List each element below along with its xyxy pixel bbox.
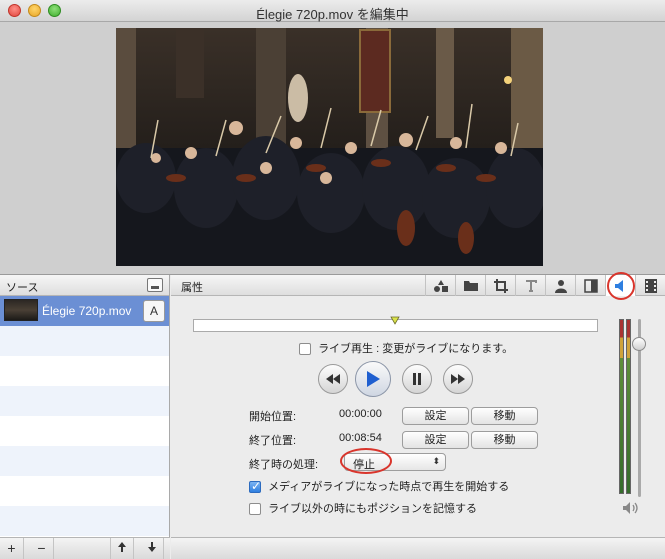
- tab-layout[interactable]: [575, 275, 605, 296]
- move-up-button[interactable]: [110, 538, 134, 559]
- window-title: Élegie 720p.mov を編集中: [256, 7, 409, 22]
- start-set-button[interactable]: 設定: [402, 407, 469, 425]
- layout-icon: [583, 278, 598, 293]
- start-on-live-checkbox[interactable]: [249, 479, 261, 494]
- title-bar: Élegie 720p.mov を編集中: [0, 0, 665, 22]
- volume-knob[interactable]: [632, 337, 646, 351]
- list-row: [0, 446, 169, 476]
- remember-position-row: ライブ以外の時にもポジションを記憶する: [249, 500, 477, 516]
- highlight-ring: [607, 272, 635, 300]
- rewind-icon: [326, 374, 340, 384]
- add-button[interactable]: +: [0, 538, 24, 559]
- list-row: [0, 506, 169, 536]
- source-item-name: Élegie 720p.mov: [42, 304, 132, 318]
- source-list: Élegie 720p.mov A: [0, 296, 169, 536]
- on-end-label: 終了時の処理:: [249, 459, 319, 471]
- filmstrip-icon: [644, 278, 657, 293]
- level-meter-left: [619, 319, 624, 494]
- volume-icon: [623, 502, 638, 514]
- tab-folder[interactable]: [455, 275, 485, 296]
- list-row: [0, 326, 169, 356]
- tab-shapes[interactable]: [425, 275, 455, 296]
- rewind-button[interactable]: [318, 364, 348, 394]
- tab-person[interactable]: [545, 275, 575, 296]
- start-on-live-row: メディアがライブになった時点で再生を開始する: [249, 478, 509, 494]
- start-on-live-label: メディアがライブになった時点で再生を開始する: [268, 481, 510, 493]
- list-row: [0, 386, 169, 416]
- live-play-label: ライブ再生 : 変更がライブになります。: [318, 343, 514, 355]
- shapes-icon: [433, 279, 448, 292]
- source-header: ソース: [0, 275, 169, 296]
- list-row: [0, 416, 169, 446]
- start-position-label: 開始位置:: [249, 411, 297, 423]
- pause-icon: [413, 373, 421, 385]
- arrow-down-icon: [147, 542, 156, 552]
- timeline-scrubber[interactable]: [193, 316, 598, 332]
- play-button[interactable]: [355, 361, 391, 397]
- video-preview[interactable]: [116, 28, 543, 266]
- fast-forward-icon: [451, 374, 465, 384]
- tab-audio[interactable]: [605, 272, 635, 300]
- tab-text[interactable]: [515, 275, 545, 296]
- list-row: [0, 356, 169, 386]
- highlight-oval: [340, 448, 392, 474]
- fast-forward-button[interactable]: [443, 364, 473, 394]
- arrow-up-icon: [118, 542, 126, 552]
- level-meter-right: [626, 319, 631, 494]
- start-move-button[interactable]: 移動: [471, 407, 538, 425]
- person-icon: [554, 279, 567, 293]
- tab-crop[interactable]: [485, 275, 515, 296]
- pause-button[interactable]: [402, 364, 432, 394]
- end-position-label: 終了位置:: [249, 435, 297, 447]
- start-time: 00:00:00: [339, 408, 382, 420]
- updown-arrows-icon: ⬍: [432, 456, 440, 466]
- tab-filmstrip[interactable]: [635, 275, 665, 296]
- properties-pane: 属性 ライブ再生: 変更がライブになります。 開始位置: 00:00:00 設…: [171, 272, 665, 559]
- live-play-checkbox[interactable]: [299, 343, 311, 356]
- end-time: 00:08:54: [339, 432, 382, 444]
- crop-icon: [493, 278, 508, 293]
- video-thumbnail: [4, 299, 38, 321]
- preview-area: [0, 22, 665, 274]
- remember-position-label: ライブ以外の時にもポジションを記憶する: [268, 503, 478, 515]
- end-move-button[interactable]: 移動: [471, 431, 538, 449]
- source-footer: + −: [0, 537, 170, 559]
- properties-header: 属性: [171, 272, 665, 300]
- playhead-icon: [390, 316, 400, 325]
- audio-badge[interactable]: A: [143, 300, 165, 322]
- end-set-button[interactable]: 設定: [402, 431, 469, 449]
- folder-icon: [463, 281, 478, 291]
- property-tabs: [425, 272, 665, 300]
- text-icon: [525, 279, 537, 292]
- properties-footer: [171, 537, 665, 559]
- source-pane: ソース Élegie 720p.mov A + −: [0, 275, 170, 559]
- source-header-label: ソース: [6, 282, 39, 294]
- source-view-button[interactable]: [147, 278, 163, 292]
- source-item[interactable]: Élegie 720p.mov A: [0, 296, 169, 326]
- list-row: [0, 476, 169, 506]
- live-play-row: ライブ再生 : 変更がライブになります。: [299, 340, 513, 356]
- remember-position-checkbox[interactable]: [249, 503, 261, 516]
- move-down-button[interactable]: [140, 538, 164, 559]
- remove-button[interactable]: −: [30, 538, 54, 559]
- play-icon: [367, 371, 380, 387]
- properties-header-label: 属性: [181, 282, 203, 294]
